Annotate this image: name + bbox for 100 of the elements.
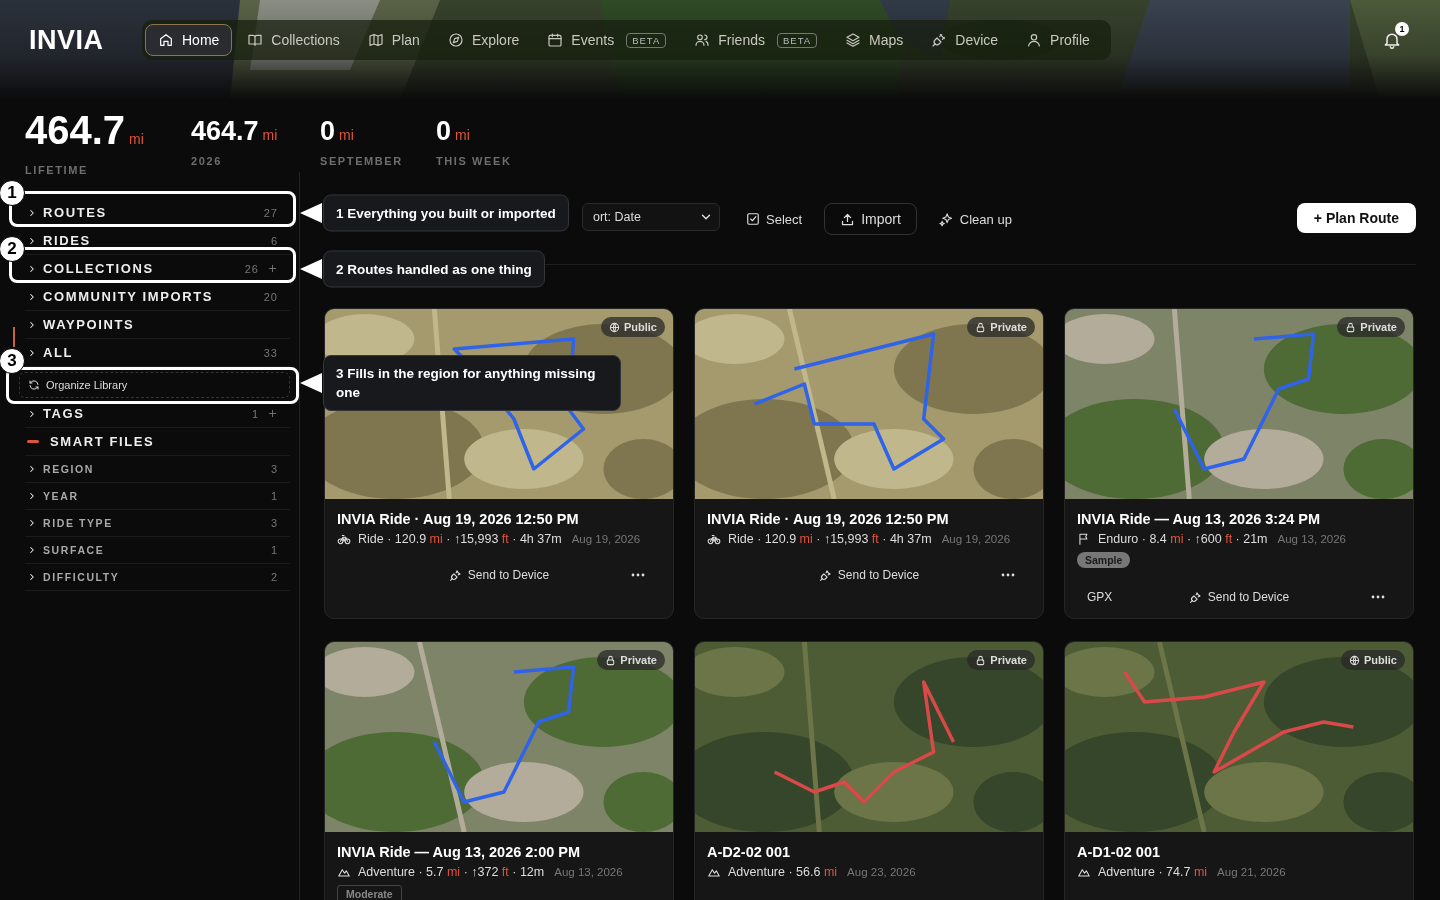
flag-icon xyxy=(1077,532,1091,546)
tag-label: Moderate xyxy=(337,885,402,900)
logo: INVIA xyxy=(29,24,105,56)
stat-label: THIS WEEK xyxy=(436,155,513,167)
nav-tab[interactable]: Explore xyxy=(434,24,533,56)
route-card[interactable]: Private INVIA Ride · Aug 19, 2026 12:50 PM Ride · 120.9 mi · ↑15,993 ft · 4h 37m Aug 19, 2026 Send to Device xyxy=(694,308,1044,619)
send-to-device-button[interactable]: Send to Device xyxy=(818,568,920,582)
globe-icon xyxy=(1349,654,1360,666)
beta-badge: BETA xyxy=(626,32,667,48)
beta-badge: BETA xyxy=(776,32,818,48)
smart-file-item[interactable]: RIDE TYPE 3 xyxy=(25,510,290,537)
sidebar-item[interactable]: WAYPOINTS xyxy=(25,311,290,339)
item-count: 1 xyxy=(251,407,259,420)
stat-label: SEPTEMBER xyxy=(320,155,404,167)
route-card[interactable]: Private INVIA Ride — Aug 13, 2026 3:24 PM Enduro · 8.4 mi · ↑600 ft · 21m Aug 13, 2026 Sample GPX Send to Device xyxy=(1064,308,1414,619)
more-button[interactable] xyxy=(1371,595,1385,599)
stat-value: 464.7 mi xyxy=(25,108,145,154)
users-icon xyxy=(694,32,711,48)
map-icon xyxy=(367,32,384,48)
home-icon xyxy=(158,32,174,48)
route-card[interactable]: Public A-D1-02 001 Adventure · 74.7 mi Aug 21, 2026 xyxy=(1064,641,1414,900)
sidebar-item[interactable]: ALL 33 xyxy=(25,339,290,367)
lock-icon xyxy=(975,321,987,333)
route-stats: Adventure · 56.6 mi xyxy=(728,865,838,879)
bicycle-icon xyxy=(707,532,721,546)
smart-file-item[interactable]: YEAR 1 xyxy=(25,483,290,510)
stat-value: 0 mi xyxy=(436,115,471,148)
more-button[interactable] xyxy=(1001,573,1015,577)
route-stats: Adventure · 74.7 mi xyxy=(1098,865,1208,879)
select-button[interactable]: Select xyxy=(745,203,804,235)
card-title: A-D2-02 001 xyxy=(707,844,791,860)
sidebar-item[interactable]: SMART FILES xyxy=(25,428,290,456)
card-title: A-D1-02 001 xyxy=(1077,844,1161,860)
route-stats: Adventure · 5.7 mi · ↑372 ft · 12m xyxy=(358,865,545,879)
compass-icon xyxy=(447,32,464,48)
nav-tab[interactable]: Events BETA xyxy=(534,24,680,56)
sidebar-item[interactable]: COLLECTIONS 26 xyxy=(25,255,290,283)
plan-route-button[interactable]: + Plan Route xyxy=(1296,203,1416,233)
smart-file-item[interactable]: DIFFICULTY 2 xyxy=(25,564,290,591)
route-stats: Enduro · 8.4 mi · ↑600 ft · 21m xyxy=(1098,532,1268,546)
card-date: Aug 21, 2026 xyxy=(1217,866,1286,878)
nav-tab[interactable]: Profile xyxy=(1013,24,1103,56)
pointer-icon xyxy=(300,203,322,223)
sparkles-icon xyxy=(938,211,954,227)
privacy-badge: Private xyxy=(967,317,1035,337)
plug-icon xyxy=(448,568,462,582)
nav-tab[interactable]: Friends BETA xyxy=(681,24,831,56)
step-number: 3 xyxy=(0,348,25,374)
tour-callout: 3 Fills in the region for anything missing one xyxy=(323,354,621,411)
notifications-button[interactable] xyxy=(1382,30,1402,50)
privacy-badge: Private xyxy=(597,650,665,670)
item-count: 1 xyxy=(270,490,278,502)
user-icon xyxy=(1026,32,1043,48)
tour-callout: 1 Everything you built or imported xyxy=(323,194,569,232)
item-count: 2 xyxy=(270,571,278,583)
item-count: 1 xyxy=(270,544,278,556)
nav-tab[interactable]: Home xyxy=(145,24,233,56)
privacy-badge: Public xyxy=(1341,650,1405,670)
send-to-device-button[interactable]: Send to Device xyxy=(1188,590,1290,604)
plug-icon xyxy=(931,32,948,48)
send-to-device-button[interactable]: Send to Device xyxy=(448,568,550,582)
sidebar-item[interactable]: ROUTES 27 xyxy=(25,199,290,227)
organize-button[interactable]: Organize Library xyxy=(19,372,290,398)
smart-file-item[interactable]: REGION 3 xyxy=(25,456,290,483)
card-date: Aug 23, 2026 xyxy=(847,866,916,878)
privacy-badge: Private xyxy=(967,650,1035,670)
pointer-icon xyxy=(300,259,322,279)
route-card[interactable]: Private INVIA Ride — Aug 13, 2026 2:00 PM Adventure · 5.7 mi · ↑372 ft · 12m Aug 13, 2026 Moderate xyxy=(324,641,674,900)
more-button[interactable] xyxy=(631,573,645,577)
bicycle-icon xyxy=(337,532,351,546)
stat-label: LIFETIME xyxy=(25,164,89,176)
nav-tab[interactable]: Collections xyxy=(234,24,353,56)
route-stats: Ride · 120.9 mi · ↑15,993 ft · 4h 37m xyxy=(358,532,562,546)
nav-tab[interactable]: Maps xyxy=(832,24,917,56)
lock-icon xyxy=(605,654,617,666)
nav-tab[interactable]: Plan xyxy=(354,24,433,56)
card-title: INVIA Ride · Aug 19, 2026 12:50 PM xyxy=(337,511,580,527)
book-icon xyxy=(247,32,264,48)
card-date: Aug 13, 2026 xyxy=(554,866,623,878)
item-count: 26 xyxy=(244,262,259,275)
plug-icon xyxy=(818,568,832,582)
item-count: 3 xyxy=(270,463,278,475)
sidebar-item[interactable]: COMMUNITY IMPORTS 20 xyxy=(25,283,290,311)
nav-tab[interactable]: Device xyxy=(918,24,1012,56)
item-count: 3 xyxy=(270,517,278,529)
sidebar-item[interactable]: RIDES 6 xyxy=(25,227,290,255)
tag-label: Sample xyxy=(1077,552,1131,568)
item-count: 33 xyxy=(263,346,278,359)
route-stats: Ride · 120.9 mi · ↑15,993 ft · 4h 37m xyxy=(728,532,932,546)
stat-value: 0 mi xyxy=(320,115,355,148)
smart-file-item[interactable]: SURFACE 1 xyxy=(25,537,290,564)
sort-dropdown[interactable]: ort: Date xyxy=(582,203,720,231)
card-title: INVIA Ride — Aug 13, 2026 2:00 PM xyxy=(337,844,582,860)
plug-icon xyxy=(1188,590,1202,604)
step-number: 2 xyxy=(0,236,25,262)
import-button[interactable]: Import xyxy=(824,203,917,235)
clean-up-button[interactable]: Clean up xyxy=(937,203,1013,235)
route-card[interactable]: Private A-D2-02 001 Adventure · 56.6 mi Aug 23, 2026 xyxy=(694,641,1044,900)
item-count: 27 xyxy=(263,206,278,219)
sidebar-item[interactable]: TAGS 1 xyxy=(25,400,290,428)
